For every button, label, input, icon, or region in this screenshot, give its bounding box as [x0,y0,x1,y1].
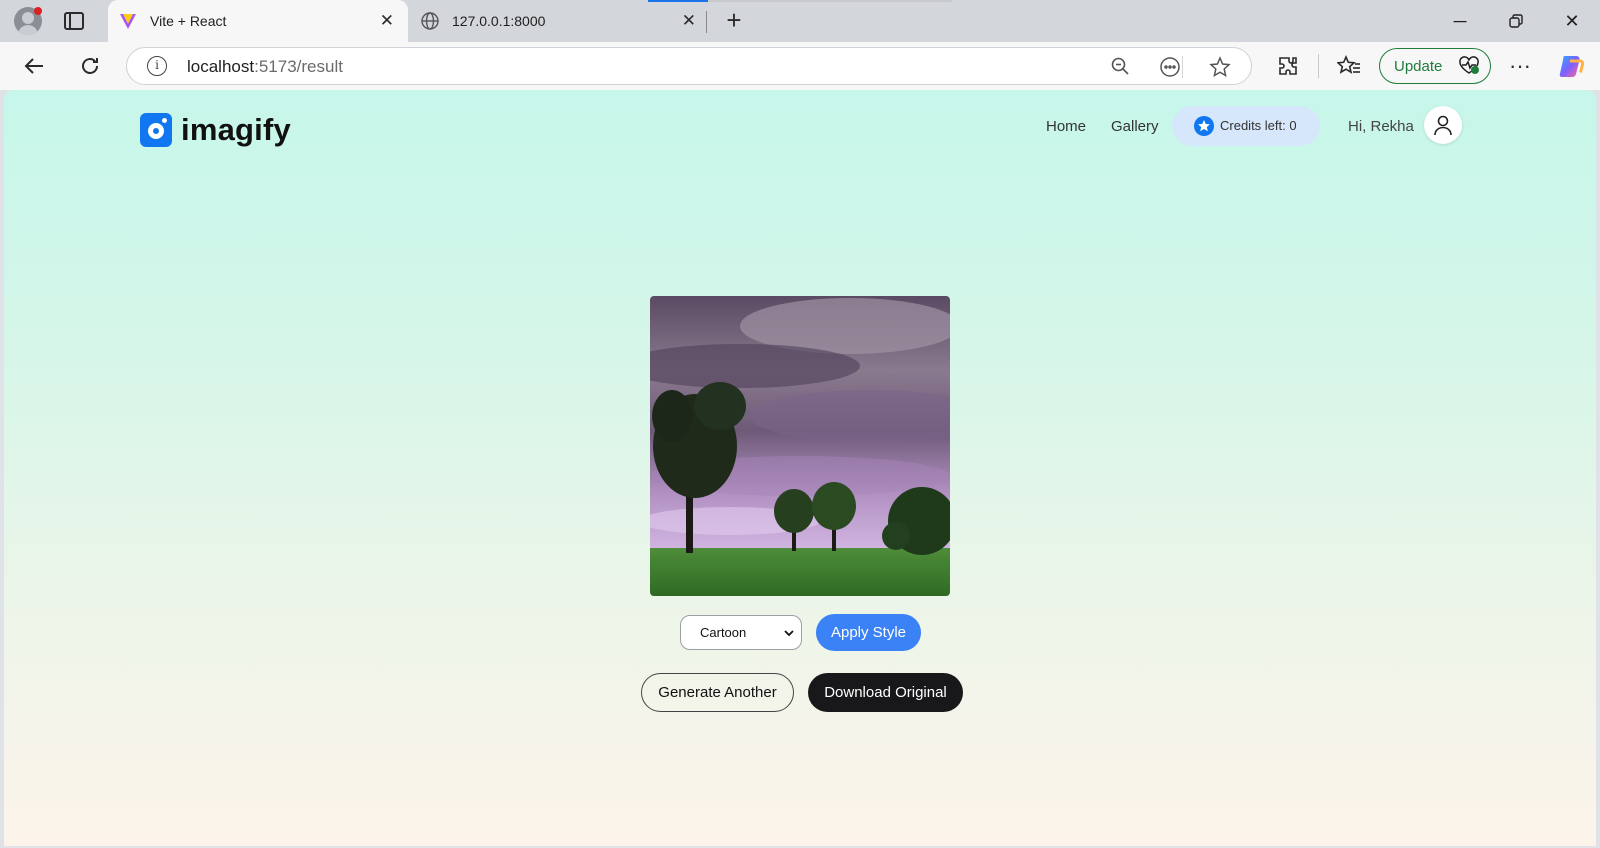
close-window-icon[interactable]: ✕ [1560,9,1584,33]
copilot-icon[interactable] [1558,52,1586,80]
tab-title: 127.0.0.1:8000 [452,13,546,29]
url-path: :5173/result [254,57,343,76]
toolbar-separator [1318,54,1319,78]
notification-dot [34,7,42,15]
imagify-logo[interactable]: imagify [140,112,291,148]
reload-icon[interactable] [76,52,104,80]
star-badge-icon [1194,116,1214,136]
update-label: Update [1394,57,1443,75]
more-icon[interactable]: ··· [1506,52,1534,80]
back-icon[interactable] [20,52,48,80]
close-icon[interactable]: ✕ [380,11,394,31]
update-button[interactable]: Update [1379,48,1491,84]
logo-text: imagify [181,112,291,147]
tab-separator [706,11,707,33]
page-viewport: imagify Home Gallery Credits left: 0 Hi,… [4,90,1596,846]
style-select[interactable]: Cartoon [680,615,802,650]
nav-gallery-link[interactable]: Gallery [1111,106,1159,146]
globe-icon [420,11,440,31]
generate-another-button[interactable]: Generate Another [641,673,794,712]
heart-pulse-icon [1458,56,1479,76]
url-host: localhost [187,57,255,76]
download-original-button[interactable]: Download Original [808,673,963,712]
nav-home-link[interactable]: Home [1046,106,1086,146]
tab-strip: Vite + React ✕ 127.0.0.1:8000 ✕ + ─ ✕ [0,0,1600,42]
tab-vite-react[interactable]: Vite + React ✕ [108,0,408,42]
minimize-icon[interactable]: ─ [1448,9,1472,33]
star-icon[interactable] [1209,56,1231,78]
reading-mode-icon[interactable] [1159,56,1181,78]
close-icon[interactable]: ✕ [682,11,696,31]
extensions-icon[interactable] [1274,52,1302,80]
plus-icon[interactable]: + [720,7,748,35]
user-avatar[interactable] [1424,106,1462,144]
style-select-value: Cartoon [700,625,747,640]
tabs-icon[interactable] [64,12,84,30]
url-text[interactable]: localhost:5173/result [187,57,343,77]
vite-icon [118,11,138,31]
favorites-icon[interactable] [1335,52,1363,80]
credits-label: Credits left: 0 [1220,118,1297,133]
chevron-down-icon [784,630,794,637]
tab-loading-bar [648,0,952,2]
camera-logo-icon [140,113,172,147]
apply-style-button[interactable]: Apply Style [816,614,921,651]
user-greeting: Hi, Rekha [1348,118,1414,135]
address-bar[interactable]: i localhost:5173/result [126,47,1252,85]
zoom-out-icon[interactable] [1109,56,1131,78]
tab-localhost-8000[interactable]: 127.0.0.1:8000 ✕ [410,0,710,42]
info-icon[interactable]: i [147,56,167,76]
credits-button[interactable]: Credits left: 0 [1172,106,1320,146]
restore-icon[interactable] [1504,9,1528,33]
generated-image [650,296,950,596]
user-icon [1434,115,1452,136]
tab-title: Vite + React [150,13,227,29]
omnibox-separator [1182,56,1183,78]
browser-toolbar: i localhost:5173/result Update ··· [0,42,1600,90]
